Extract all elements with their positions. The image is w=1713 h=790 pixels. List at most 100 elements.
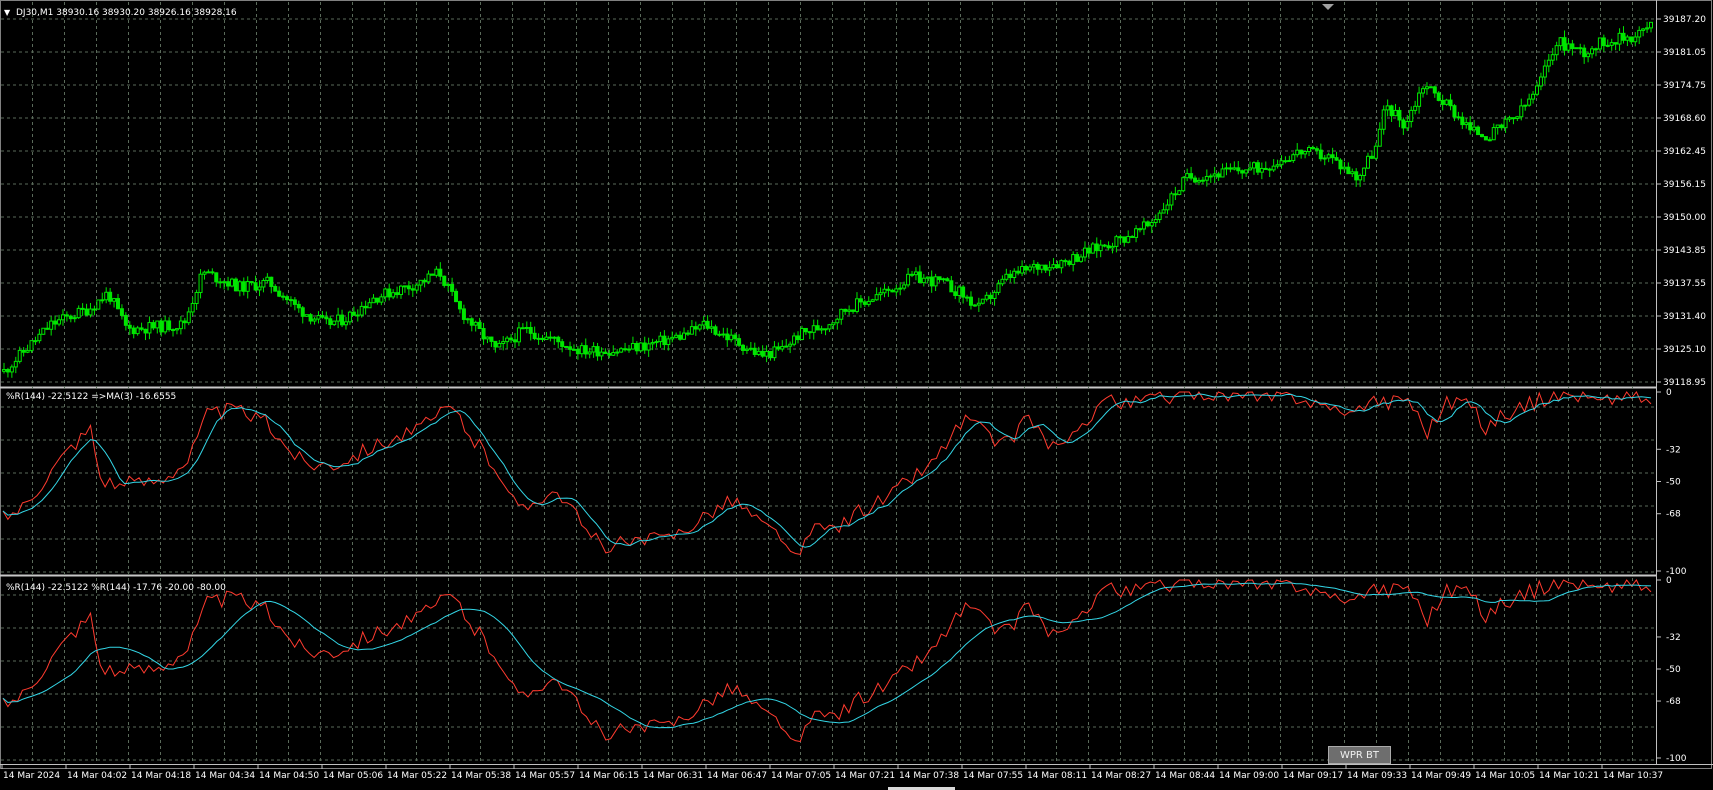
candle-body bbox=[968, 296, 973, 306]
candle-body bbox=[1035, 263, 1040, 270]
candle-body bbox=[831, 322, 836, 326]
wpr-line bbox=[2, 578, 1652, 743]
candle-body bbox=[1633, 36, 1638, 43]
candle-body bbox=[945, 278, 950, 282]
candle-body bbox=[1397, 109, 1402, 121]
candle-body bbox=[60, 314, 65, 321]
candle-body bbox=[792, 335, 797, 345]
candle-body bbox=[391, 292, 396, 298]
candle-body bbox=[1031, 263, 1036, 268]
candle-body bbox=[1244, 169, 1249, 174]
candle-body bbox=[1102, 244, 1107, 247]
candle-body bbox=[442, 275, 447, 286]
candle-body bbox=[941, 278, 946, 281]
time-tick-label: 14 Mar 07:05 bbox=[771, 771, 831, 781]
candle-body bbox=[520, 327, 525, 330]
candle-body bbox=[835, 318, 840, 324]
candle-body bbox=[1354, 171, 1359, 181]
candle-body bbox=[1259, 167, 1264, 173]
candle-body bbox=[1275, 164, 1280, 167]
indicator-tick-label: -32 bbox=[1666, 633, 1681, 643]
candle-body bbox=[1122, 236, 1127, 243]
candle-body bbox=[611, 352, 616, 356]
candle-body bbox=[1326, 154, 1331, 159]
candle-body bbox=[1621, 32, 1626, 41]
candle-body bbox=[288, 299, 293, 302]
indicator-tick-label: -68 bbox=[1666, 697, 1681, 707]
candle-body bbox=[178, 320, 183, 330]
candle-body bbox=[666, 338, 671, 346]
candle-body bbox=[548, 336, 553, 339]
candle-body bbox=[1094, 243, 1099, 252]
candle-body bbox=[1460, 116, 1465, 126]
candle-body bbox=[355, 314, 360, 317]
candle-body bbox=[560, 341, 565, 347]
candle-body bbox=[902, 284, 907, 289]
candle-body bbox=[575, 348, 580, 355]
candle-body bbox=[992, 291, 997, 299]
candle-body bbox=[1086, 247, 1091, 254]
candle-body bbox=[1358, 174, 1363, 181]
candle-body bbox=[760, 350, 765, 357]
candle-body bbox=[375, 297, 380, 303]
candle-body bbox=[473, 321, 478, 326]
candle-body bbox=[780, 345, 785, 350]
candle-body bbox=[1566, 43, 1571, 51]
candle-body bbox=[1110, 245, 1115, 249]
candle-body bbox=[1204, 175, 1209, 181]
candle-body bbox=[434, 268, 439, 276]
candle-body bbox=[359, 305, 364, 316]
candle-body bbox=[619, 348, 624, 353]
panel-collapse-arrow[interactable]: ▼ bbox=[4, 8, 11, 17]
candle-body bbox=[1165, 204, 1170, 211]
candle-body bbox=[1314, 148, 1319, 151]
candle-body bbox=[1413, 105, 1418, 111]
candle-body bbox=[76, 307, 81, 319]
candle-body bbox=[961, 286, 966, 298]
candle-body bbox=[1479, 134, 1484, 138]
candle-body bbox=[603, 351, 608, 355]
candle-body bbox=[1310, 147, 1315, 150]
candle-body bbox=[1385, 105, 1390, 111]
candle-body bbox=[737, 338, 742, 346]
candle-body bbox=[874, 294, 879, 301]
candle-body bbox=[9, 366, 14, 373]
candle-body bbox=[513, 339, 518, 343]
candle-body bbox=[937, 276, 942, 281]
price-tick-label: 39150.00 bbox=[1663, 213, 1706, 223]
time-tick-label: 14 Mar 05:38 bbox=[451, 771, 511, 781]
wpr-bt-button[interactable]: WPR BT bbox=[1328, 746, 1391, 764]
candle-body bbox=[49, 320, 54, 330]
candle-body bbox=[1369, 155, 1374, 159]
shift-marker-icon[interactable] bbox=[1322, 4, 1334, 10]
time-tick-label: 14 Mar 10:37 bbox=[1603, 771, 1663, 781]
time-tick-label: 14 Mar 06:15 bbox=[579, 771, 639, 781]
candle-body bbox=[1593, 48, 1598, 51]
candle-body bbox=[662, 335, 667, 346]
time-tick-label: 14 Mar 05:22 bbox=[387, 771, 447, 781]
candle-body bbox=[1629, 36, 1634, 43]
candle-body bbox=[674, 334, 679, 338]
candle-body bbox=[206, 271, 211, 274]
candle-body bbox=[1051, 264, 1056, 269]
trading-chart[interactable]: 39187.20 39181.05 39174.75 39168.60 39162.45… bbox=[0, 0, 1713, 790]
candle-body bbox=[1424, 86, 1429, 90]
candle-body bbox=[733, 334, 738, 340]
candle-body bbox=[1185, 173, 1190, 179]
time-tick-label: 14 Mar 04:50 bbox=[259, 771, 319, 781]
candle-body bbox=[1582, 47, 1587, 58]
candle-body bbox=[1645, 27, 1650, 30]
candle-body bbox=[1240, 170, 1245, 174]
candle-body bbox=[650, 342, 655, 345]
candle-body bbox=[756, 350, 761, 355]
time-tick-label: 14 Mar 06:47 bbox=[707, 771, 767, 781]
candle-body bbox=[1024, 266, 1029, 271]
candle-body bbox=[552, 336, 557, 339]
candle-body bbox=[568, 346, 573, 350]
candle-body bbox=[1373, 145, 1378, 159]
candle-body bbox=[854, 298, 859, 312]
candle-body bbox=[1255, 162, 1260, 173]
candle-body bbox=[1346, 166, 1351, 175]
candle-body bbox=[957, 286, 962, 297]
candle-body bbox=[1507, 117, 1512, 120]
